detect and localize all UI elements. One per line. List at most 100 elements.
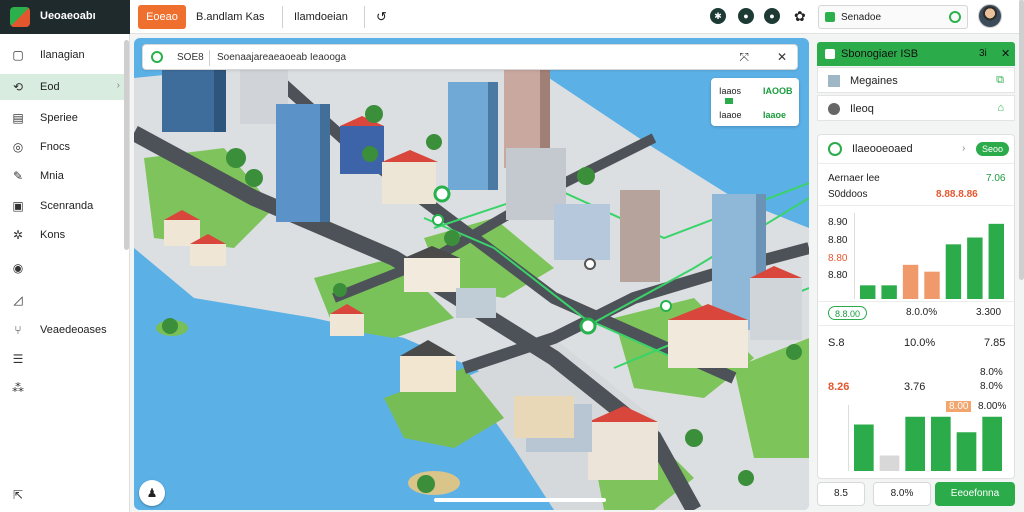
user-icon <box>828 103 840 115</box>
panel-row-ileoq[interactable]: Ileoq ⌂ <box>817 95 1015 121</box>
search-tag-icon <box>825 12 835 22</box>
gear-icon: ✲ <box>12 228 24 242</box>
map-horizontal-scrollbar[interactable] <box>434 498 606 502</box>
search-icon <box>151 51 163 63</box>
city-map[interactable]: SOE8 Soenaajareaeaoeab Ieaooga ⤧ ✕ Iaaos… <box>134 38 809 510</box>
panel-row-megaines[interactable]: Megaines ⧉ <box>817 67 1015 93</box>
map-search-query[interactable]: Soenaajareaeaoeab Ieaooga <box>217 52 346 63</box>
map-search-bar[interactable]: SOE8 Soenaajareaeaoeab Ieaooga ⤧ ✕ <box>142 44 798 70</box>
orange-tab-button[interactable]: Eoeao <box>138 5 186 29</box>
legend-label: Iaaos <box>719 86 742 96</box>
panel-header[interactable]: Sbonogiaer ISB 3i ✕ <box>817 42 1015 66</box>
sidebar-item-label: Ilanagian <box>40 49 85 61</box>
sidebar-item-kons[interactable]: ✲ Kons <box>0 222 126 248</box>
page-subtitle[interactable]: Ilamdoeian <box>286 5 356 29</box>
chart-bar <box>924 271 940 299</box>
locate-user-icon[interactable]: ♟ <box>139 480 165 506</box>
chart-bar <box>854 424 874 471</box>
tree-icon: ⑂ <box>14 323 22 337</box>
target-icon: ◎ <box>12 140 24 154</box>
record-icon[interactable]: ● <box>764 8 780 24</box>
stats-badge[interactable]: Seoo <box>976 142 1010 156</box>
stat-value: 7.06 <box>986 173 1006 184</box>
value-pill[interactable]: 8.8.00 <box>828 306 868 320</box>
sidebar-item-network[interactable]: ⁂ <box>0 375 126 401</box>
chart-bar <box>982 416 1002 471</box>
sidebar-item-list[interactable]: ☰ <box>0 346 126 372</box>
brand-name: Ueoaeoabı <box>40 10 96 22</box>
sidebar-item-veaedeoases[interactable]: ⑂ Veaedeoases <box>0 317 126 343</box>
panel-title: Sbonogiaer ISB <box>841 48 919 60</box>
home-icon[interactable]: ⌂ <box>997 102 1004 114</box>
bottom-button-2[interactable]: 8.0% <box>873 482 931 506</box>
flag-icon: ◿ <box>13 293 23 307</box>
chevron-right-icon: › <box>962 143 966 154</box>
lower-bar-chart <box>848 405 1002 471</box>
primary-action-button[interactable]: Eeoefonna <box>935 482 1015 506</box>
axis-tick-label: 8.80 <box>828 253 848 264</box>
sidebar-item-export[interactable]: ⇱ <box>0 482 126 508</box>
panel-key: 3i <box>979 48 987 59</box>
sidebar-item-mnia[interactable]: ✎ Mnia <box>0 163 126 189</box>
page-scrollbar[interactable] <box>1019 0 1024 280</box>
stats-card: Ilaeooeoaed › Seoo Aernaer lee 7.06 S0dd… <box>817 134 1015 479</box>
stat-value: 3.300 <box>976 307 1002 318</box>
stat-value: 8.0% <box>980 367 1003 378</box>
map-search-code: SOE8 <box>177 52 204 63</box>
page-title[interactable]: B.andlam Kas <box>188 5 272 29</box>
sidebar-item-label: Kons <box>40 229 66 241</box>
search-field[interactable]: Senadoe <box>818 5 968 29</box>
sidebar-item-scenranda[interactable]: ▣ Scenranda <box>0 193 126 219</box>
sync-icon[interactable]: ✱ <box>710 8 726 24</box>
sidebar-scrollbar[interactable] <box>124 40 129 250</box>
expand-icon[interactable]: ⧉ <box>996 74 1004 87</box>
axis-tick-label: 8.80 <box>828 235 848 246</box>
search-status-icon[interactable] <box>949 11 961 23</box>
chart-bar <box>945 244 962 299</box>
stat-value: 3.76 <box>904 381 926 393</box>
legend-label: Iaaoe <box>719 110 742 120</box>
sidebar-item-speriee[interactable]: ▤ Speriee <box>0 105 126 131</box>
sidebar-item-flag[interactable]: ◿ <box>0 287 126 313</box>
clipboard-icon: ▣ <box>12 199 24 213</box>
layers-icon <box>828 75 840 87</box>
stat-value: 8.26 <box>828 381 850 393</box>
legend-value: Iaaoe <box>763 110 787 120</box>
avatar[interactable] <box>978 4 1002 28</box>
chart-bar <box>879 455 900 471</box>
list-icon: ☰ <box>12 352 24 366</box>
stat-value: 7.85 <box>984 337 1006 349</box>
divider <box>818 205 1014 206</box>
brand-header[interactable]: Ueoaeoabı <box>0 0 130 34</box>
legend-value: IAOOB <box>763 86 793 96</box>
close-icon[interactable]: ✕ <box>1001 47 1010 60</box>
sidebar-item-pin[interactable]: ◉ <box>0 255 126 281</box>
status-icon[interactable]: ● <box>738 8 754 24</box>
stat-label: Aernaer lee <box>828 173 880 184</box>
expand-icon[interactable]: ⤧ <box>739 50 749 65</box>
refresh-icon[interactable]: ↺ <box>368 5 395 29</box>
map-legend-card: Iaaos IAOOB Iaaoe Iaaoe <box>711 78 799 126</box>
divider <box>209 50 210 66</box>
divider <box>818 301 1014 302</box>
document-icon: ▤ <box>12 111 24 125</box>
chevron-right-icon: › <box>116 80 120 91</box>
sidebar-item-fnocs[interactable]: ◎ Fnocs <box>0 134 126 160</box>
axis-tick-label: 8.90 <box>828 217 848 228</box>
pin-icon: ◉ <box>12 261 24 275</box>
divider <box>818 163 1014 164</box>
close-icon[interactable]: ✕ <box>777 50 787 64</box>
settings-icon[interactable]: ✿ <box>786 4 814 28</box>
row-label: Ileoq <box>850 103 874 115</box>
bottom-button-1[interactable]: 8.5 <box>817 482 865 506</box>
search-label: Senadoe <box>841 12 882 23</box>
stat-value: 8.0% <box>980 381 1003 392</box>
divider <box>282 6 283 28</box>
sidebar-item-eod[interactable]: ⟲ Eod › <box>0 74 126 100</box>
map-canvas[interactable] <box>134 38 809 510</box>
chart-bar <box>956 432 977 471</box>
top-bar: Eoeao B.andlam Kas Ilamdoeian ↺ ✱ ● ● ✿ … <box>130 0 1024 34</box>
sidebar-item-ilanagian[interactable]: ▢ Ilanagian <box>0 42 126 68</box>
sidebar-item-label: Scenranda <box>40 200 94 212</box>
stats-title: Ilaeooeoaed <box>852 143 913 155</box>
